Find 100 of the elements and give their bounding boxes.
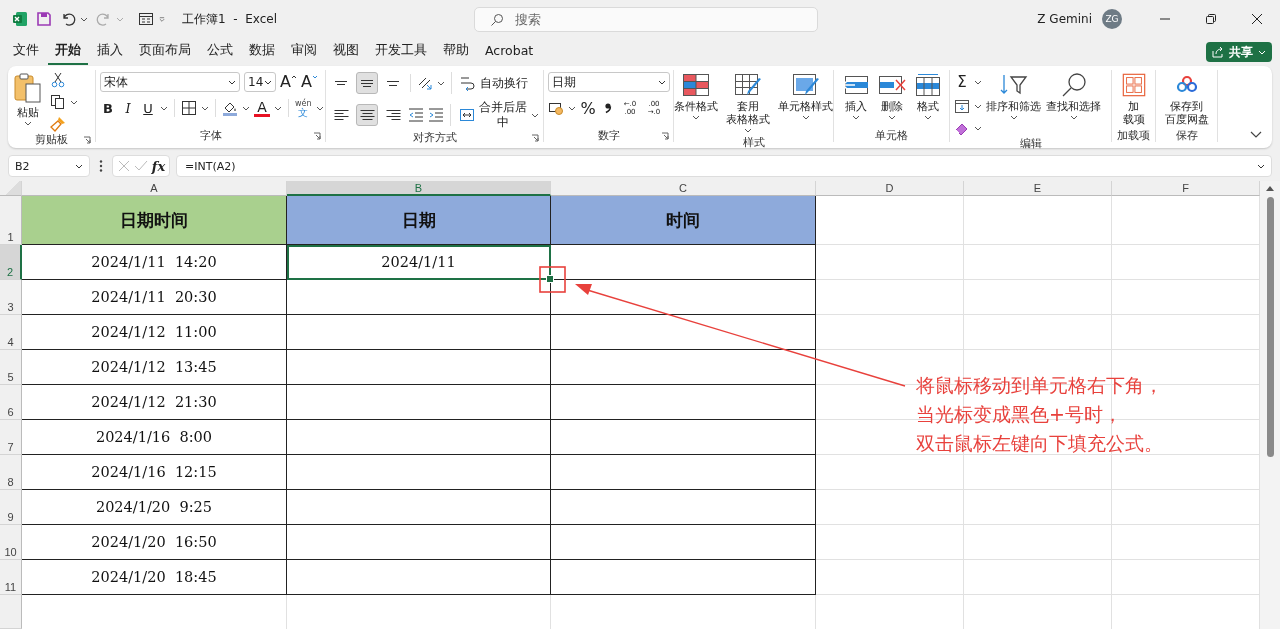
merge-center-button[interactable]: 合并后居中 <box>458 100 539 130</box>
copy-icon[interactable] <box>50 94 66 110</box>
row-header[interactable]: 10 <box>0 525 22 560</box>
find-select-button[interactable]: 查找和选择 <box>1045 70 1102 122</box>
increase-indent-icon[interactable] <box>428 107 444 123</box>
format-as-table-button[interactable]: 套用 表格格式 <box>725 70 771 135</box>
expand-caret-icon[interactable] <box>1257 163 1265 169</box>
menu-tab[interactable]: 页面布局 <box>132 39 198 65</box>
caret-icon[interactable] <box>974 79 982 85</box>
decrease-indent-icon[interactable] <box>408 107 424 123</box>
caret-icon[interactable] <box>437 80 445 86</box>
row-header[interactable]: 9 <box>0 490 22 525</box>
font-name-field[interactable]: 宋体 <box>100 72 240 92</box>
row-header[interactable]: 8 <box>0 455 22 490</box>
caret-icon[interactable] <box>974 125 982 131</box>
save-to-cloud-button[interactable]: 保存到 百度网盘 <box>1163 70 1210 128</box>
column-header[interactable]: B <box>287 181 551 196</box>
scissors-icon[interactable] <box>50 72 66 88</box>
autosum-button[interactable]: Σ <box>954 72 970 92</box>
align-center-button[interactable] <box>356 104 378 126</box>
menu-tab[interactable]: 数据 <box>242 39 282 65</box>
row-header[interactable]: 11 <box>0 560 22 595</box>
percent-button[interactable]: % <box>580 98 596 118</box>
fill-down-icon[interactable] <box>954 98 970 114</box>
paste-button[interactable]: 粘贴 <box>12 70 44 128</box>
undo-icon[interactable] <box>60 11 76 27</box>
conditional-formatting-button[interactable]: 条件格式 <box>673 70 719 122</box>
delete-cells-button[interactable]: 删除 <box>876 70 907 122</box>
row-header[interactable]: 6 <box>0 385 22 420</box>
menu-tab[interactable]: 插入 <box>90 39 130 65</box>
annotation-text: 双击鼠标左键向下填充公式。 <box>916 431 1163 456</box>
dialog-launcher-icon[interactable] <box>661 132 669 140</box>
accounting-format-icon[interactable] <box>548 100 564 116</box>
caret-icon[interactable] <box>160 105 168 111</box>
formula-field[interactable]: =INT(A2) <box>176 155 1272 177</box>
phonetic-guide-button[interactable]: wén 文 <box>295 98 312 118</box>
number-format-field[interactable]: 日期 <box>548 72 670 92</box>
format-painter-icon[interactable] <box>50 116 66 132</box>
format-cells-button[interactable]: 格式 <box>912 70 943 122</box>
row-header[interactable]: 7 <box>0 420 22 455</box>
insert-function-button[interactable]: fx <box>151 158 166 174</box>
table-cell: 日期 <box>287 196 551 245</box>
insert-cells-button[interactable]: 插入 <box>840 70 871 122</box>
save-icon[interactable] <box>36 11 52 27</box>
caret-icon[interactable] <box>568 105 576 111</box>
row-header[interactable]: 4 <box>0 315 22 350</box>
name-box[interactable]: B2 <box>8 155 90 177</box>
caret-icon[interactable] <box>201 105 209 111</box>
borders-icon[interactable] <box>181 100 197 116</box>
menu-tab[interactable]: Acrobat <box>478 39 541 65</box>
underline-button[interactable]: U <box>140 98 156 118</box>
align-lines-icon <box>359 110 375 120</box>
scroll-up-icon[interactable] <box>1266 185 1274 191</box>
caret-icon <box>116 16 124 22</box>
row-header[interactable]: 5 <box>0 350 22 385</box>
caret-icon[interactable] <box>70 99 78 105</box>
form-icon[interactable] <box>138 11 154 27</box>
shrink-font-button[interactable]: A <box>300 72 318 92</box>
dialog-launcher-icon[interactable] <box>531 134 539 142</box>
more-options-icon[interactable] <box>99 159 103 173</box>
caret-icon[interactable] <box>274 105 282 111</box>
annotation-text: 将鼠标移动到单元格右下角， <box>916 373 1163 398</box>
menu-tab[interactable]: 文件 <box>6 39 46 65</box>
menu-tab[interactable]: 帮助 <box>436 39 476 65</box>
fill-color-icon[interactable] <box>222 100 238 116</box>
text-orientation-icon[interactable] <box>417 75 433 91</box>
wrap-text-icon <box>460 75 476 91</box>
menu-tab[interactable]: 视图 <box>326 39 366 65</box>
addins-button[interactable]: 加 载项 <box>1118 70 1149 128</box>
search-field[interactable]: 搜索 <box>474 6 818 32</box>
menu-tab[interactable]: 开发工具 <box>368 39 434 65</box>
scroll-thumb[interactable] <box>1266 197 1274 457</box>
highlight-box <box>539 266 566 293</box>
row-header[interactable]: 2 <box>0 245 22 280</box>
menu-tab[interactable]: 公式 <box>200 39 240 65</box>
caret-icon[interactable] <box>80 16 88 22</box>
bold-button[interactable]: B <box>100 98 116 118</box>
caret-icon[interactable] <box>974 103 982 109</box>
vertical-scrollbar[interactable] <box>1260 181 1280 629</box>
font-size-field[interactable]: 14 <box>244 72 276 92</box>
dialog-launcher-icon[interactable] <box>83 136 91 144</box>
sort-filter-button[interactable]: 排序和筛选 <box>985 70 1042 122</box>
caret-icon[interactable] <box>315 105 324 111</box>
menu-tab[interactable]: 审阅 <box>284 39 324 65</box>
middle-align-button[interactable] <box>356 72 378 94</box>
share-button[interactable]: 共享 <box>1206 42 1272 62</box>
merge-cells-icon <box>458 107 475 123</box>
dialog-launcher-icon[interactable] <box>313 132 321 140</box>
wrap-text-button[interactable]: 自动换行 <box>460 75 528 91</box>
caret-icon[interactable] <box>242 105 250 111</box>
fill-handle[interactable] <box>546 275 554 283</box>
italic-button[interactable]: I <box>120 98 136 118</box>
caret-icon <box>923 115 932 120</box>
grow-font-button[interactable]: A <box>280 72 297 92</box>
cell-styles-button[interactable]: 单元格样式 <box>777 70 834 122</box>
font-color-button[interactable]: A <box>254 99 270 117</box>
row-header[interactable]: 1 <box>0 196 22 245</box>
user-avatar[interactable]: ZG <box>1102 9 1122 29</box>
row-header[interactable]: 3 <box>0 280 22 315</box>
collapse-ribbon-icon[interactable] <box>1250 131 1262 138</box>
